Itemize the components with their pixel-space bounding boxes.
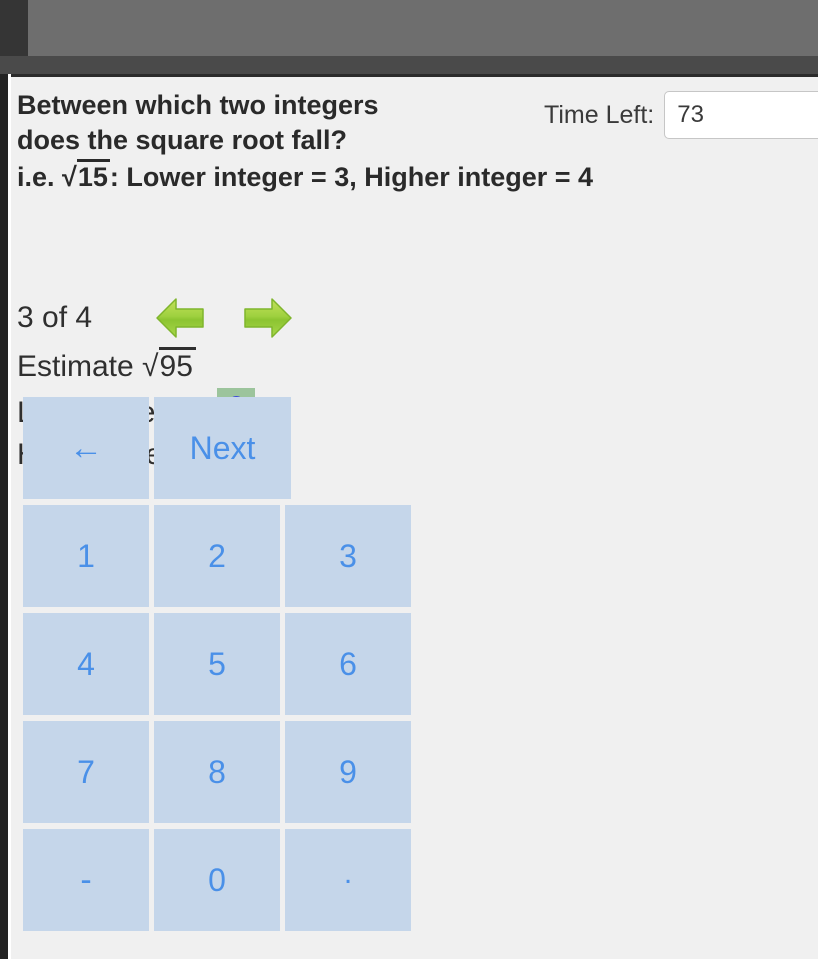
estimate-line: Estimate √95	[17, 345, 196, 388]
key-1[interactable]: 1	[23, 505, 149, 607]
key-0[interactable]: 0	[154, 829, 280, 931]
progress-row: 3 of 4	[17, 296, 294, 340]
nav-arrows	[154, 296, 294, 340]
keypad-row-control: ← Next	[23, 397, 427, 499]
key-2[interactable]: 2	[154, 505, 280, 607]
key-minus[interactable]: -	[23, 829, 149, 931]
timer-label: Time Left:	[544, 100, 655, 129]
next-button[interactable]: Next	[154, 397, 291, 499]
window-left-edge	[0, 74, 8, 959]
question-example-prefix: i.e.	[17, 162, 63, 192]
key-5[interactable]: 5	[154, 613, 280, 715]
estimate-label: Estimate	[17, 350, 143, 383]
page-content: Between which two integers does the squa…	[11, 77, 818, 959]
keypad-row-4: - 0 .	[23, 829, 427, 931]
keypad: ← Next 1 2 3 4 5 6 7 8 9 - 0 .	[23, 397, 427, 937]
key-8[interactable]: 8	[154, 721, 280, 823]
chrome-toolbar-strip	[0, 56, 818, 74]
question-example-suffix: : Lower integer = 3, Higher integer = 4	[109, 162, 594, 192]
timer-input[interactable]	[664, 91, 818, 139]
right-arrow-icon[interactable]	[242, 296, 294, 340]
estimate-radicand: 95	[158, 347, 196, 384]
key-9[interactable]: 9	[285, 721, 411, 823]
progress-text: 3 of 4	[17, 301, 93, 334]
browser-tab-inner: Not Secure mathscore.com	[28, 0, 818, 56]
example-radical-sign: √	[62, 162, 77, 192]
browser-tab[interactable]: Not Secure mathscore.com	[28, 0, 818, 56]
example-radicand: 15	[76, 159, 110, 192]
browser-chrome: Not Secure mathscore.com	[0, 0, 818, 74]
example-radical: √15	[62, 158, 110, 195]
key-3[interactable]: 3	[285, 505, 411, 607]
timer: Time Left:	[544, 91, 818, 139]
key-6[interactable]: 6	[285, 613, 411, 715]
app-root: Not Secure mathscore.com Between which t…	[0, 0, 818, 959]
estimate-radical: √95	[142, 345, 196, 388]
estimate-radical-sign: √	[142, 350, 159, 383]
keypad-row-1: 1 2 3	[23, 505, 427, 607]
keypad-row-3: 7 8 9	[23, 721, 427, 823]
keypad-row-2: 4 5 6	[23, 613, 427, 715]
key-7[interactable]: 7	[23, 721, 149, 823]
browser-tabstrip: Not Secure mathscore.com	[0, 0, 818, 56]
key-4[interactable]: 4	[23, 613, 149, 715]
backspace-button[interactable]: ←	[23, 397, 149, 499]
key-decimal[interactable]: .	[285, 829, 411, 931]
question-example: i.e. √15: Lower integer = 3, Higher inte…	[17, 158, 807, 195]
left-arrow-icon[interactable]	[154, 296, 206, 340]
